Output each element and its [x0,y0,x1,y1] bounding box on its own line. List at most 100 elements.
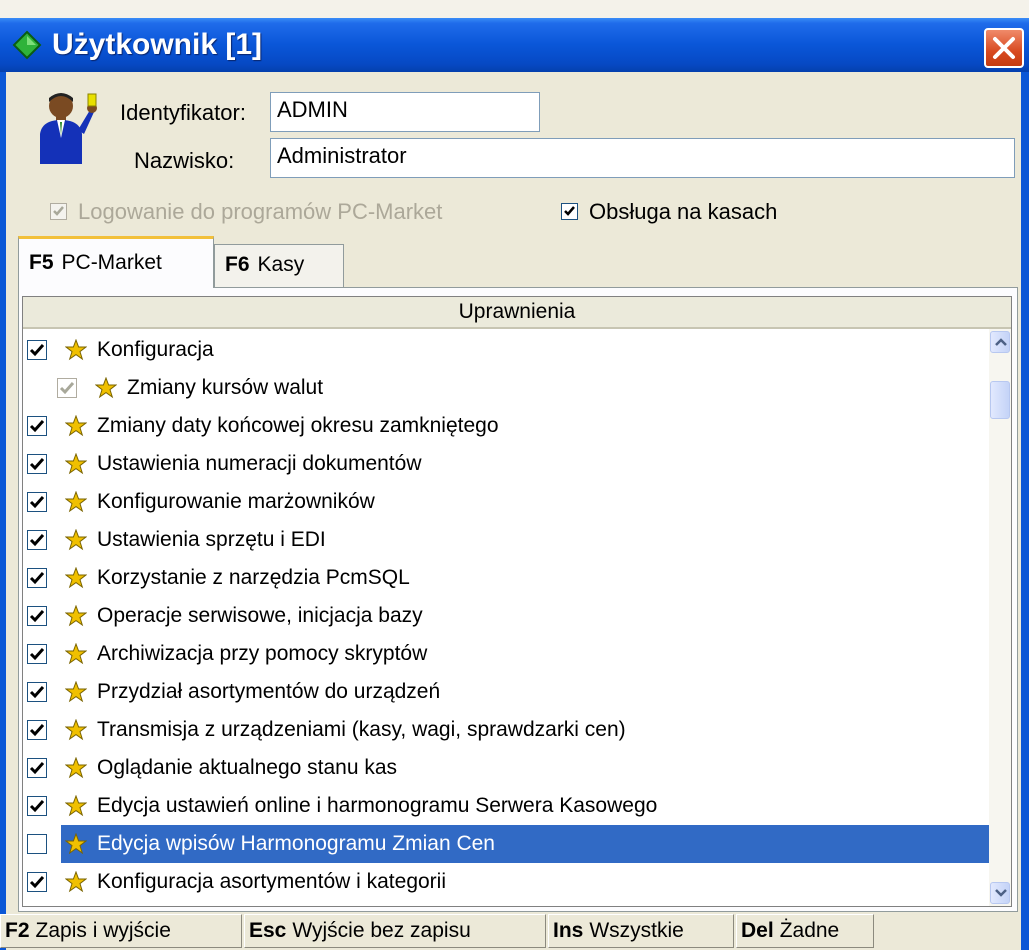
permission-checkbox[interactable] [27,834,47,854]
tab-label: PC-Market [61,251,162,274]
permission-label: Konfigurowanie marżowników [97,490,375,513]
permission-checkbox[interactable] [27,606,47,626]
exit-without-save-button[interactable]: Esc Wyjście bez zapisu [244,914,546,948]
checkmark-icon [564,206,575,216]
permission-row[interactable]: Korzystanie z narzędzia PcmSQL [23,559,989,597]
shortcut-key: Ins [553,919,584,942]
star-icon [64,642,88,669]
permission-row[interactable]: Konfigurowanie marżowników [23,483,989,521]
permission-label: Korzystanie z narzędzia PcmSQL [97,566,410,589]
permission-checkbox[interactable] [27,568,47,588]
shortcut-key: F2 [5,919,30,942]
permissions-grid[interactable]: Uprawnienia Konfiguracja Zmiany kursów wa… [22,296,1012,907]
user-avatar-icon [40,93,97,164]
permission-checkbox[interactable] [27,758,47,778]
chevron-down-icon [995,889,1007,897]
star-icon [64,604,88,631]
permission-label: Archiwizacja przy pomocy skryptów [97,642,428,665]
shortcut-key: Esc [249,919,287,942]
star-icon [64,832,88,859]
tab-key: F6 [225,253,250,276]
select-none-button[interactable]: Del Żadne [736,914,874,948]
close-icon [993,37,1015,59]
tab-key: F5 [29,251,54,274]
permission-row[interactable]: Operacje serwisowe, inicjacja bazy [23,597,989,635]
star-icon [64,794,88,821]
app-diamond-icon [12,30,42,60]
shortcut-key: Del [741,919,774,942]
identifier-field[interactable]: ADMIN [270,92,540,132]
permission-checkbox[interactable] [27,682,47,702]
permission-checkbox[interactable] [27,416,47,436]
permission-label: Operacje serwisowe, inicjacja bazy [97,604,423,627]
permission-label: Oglądanie aktualnego stanu kas [97,756,398,779]
permission-row[interactable]: Konfiguracja [23,331,989,369]
close-button[interactable] [984,28,1024,68]
permission-label: Edycja ustawień online i harmonogramu Se… [97,794,658,817]
scroll-down-button[interactable] [990,882,1010,904]
save-exit-button[interactable]: F2 Zapis i wyjście [0,914,242,948]
star-icon [64,680,88,707]
permission-label: Edycja wpisów Harmonogramu Zmian Cen [97,832,495,855]
permission-checkbox[interactable] [27,340,47,360]
button-label: Żadne [779,919,840,942]
button-label: Zapis i wyjście [35,919,171,942]
permission-row[interactable]: Edycja ustawień online i harmonogramu Se… [23,787,989,825]
permission-row[interactable]: Zmiany kursów walut [23,369,989,407]
select-all-button[interactable]: Ins Wszystkie [548,914,734,948]
permission-row[interactable]: Konfiguracja asortymentów i kategorii [23,863,989,901]
permission-row[interactable]: Transmisja z urządzeniami (kasy, wagi, s… [23,711,989,749]
title-bar[interactable]: Użytkownik [1] [0,18,1029,72]
star-icon [64,718,88,745]
permission-row[interactable]: Edycja wpisów Harmonogramu Zmian Cen [23,825,989,863]
permission-checkbox[interactable] [27,720,47,740]
surname-label: Nazwisko: [134,148,235,173]
star-icon [64,414,88,441]
star-icon [64,528,88,555]
permission-row[interactable]: Oglądanie aktualnego stanu kas [23,749,989,787]
surname-field[interactable]: Administrator [270,138,1015,178]
window-frame-right [1021,72,1029,950]
tab-kasy[interactable]: F6 Kasy [214,244,344,288]
pos-checkbox-label: Obsługa na kasach [589,199,778,224]
permission-label: Konfiguracja asortymentów i kategorii [97,870,447,893]
window-title: Użytkownik [1] [52,28,263,61]
star-icon [64,490,88,517]
permission-row[interactable]: Przydział asortymentów do urządzeń [23,673,989,711]
permission-checkbox[interactable] [57,378,77,398]
permission-label: Przydział asortymentów do urządzeń [97,680,441,703]
star-icon [64,338,88,365]
star-icon [64,870,88,897]
scroll-up-button[interactable] [990,331,1010,353]
permission-row[interactable]: Zmiany daty końcowej okresu zamkniętego [23,407,989,445]
vertical-scrollbar[interactable] [989,329,1011,906]
tab-pc-market[interactable]: F5 PC-Market [18,236,214,288]
permission-label: Zmiany daty końcowej okresu zamkniętego [97,414,499,437]
permission-checkbox[interactable] [27,872,47,892]
login-checkbox[interactable] [50,203,67,220]
permission-checkbox[interactable] [27,492,47,512]
login-checkbox-label: Logowanie do programów PC-Market [78,199,443,224]
permission-checkbox[interactable] [27,796,47,816]
grid-header: Uprawnienia [23,297,1011,329]
button-label: Wszystkie [589,919,684,942]
permission-label: Konfiguracja [97,338,214,361]
pos-checkbox[interactable] [561,203,578,220]
permission-row[interactable]: Ustawienia numeracji dokumentów [23,445,989,483]
star-icon [64,566,88,593]
chevron-up-icon [995,338,1007,346]
desktop-strip [0,0,1029,19]
button-label: Wyjście bez zapisu [292,919,471,942]
permission-checkbox[interactable] [27,644,47,664]
permission-label: Transmisja z urządzeniami (kasy, wagi, s… [97,718,626,741]
permission-checkbox[interactable] [27,530,47,550]
star-icon [64,756,88,783]
permission-row[interactable]: Archiwizacja przy pomocy skryptów [23,635,989,673]
permission-row[interactable]: Ustawienia sprzętu i EDI [23,521,989,559]
permission-checkbox[interactable] [27,454,47,474]
permission-label: Ustawienia numeracji dokumentów [97,452,422,475]
permission-label: Ustawienia sprzętu i EDI [97,528,326,551]
star-icon [94,376,118,403]
star-icon [64,452,88,479]
scroll-thumb[interactable] [990,381,1010,419]
